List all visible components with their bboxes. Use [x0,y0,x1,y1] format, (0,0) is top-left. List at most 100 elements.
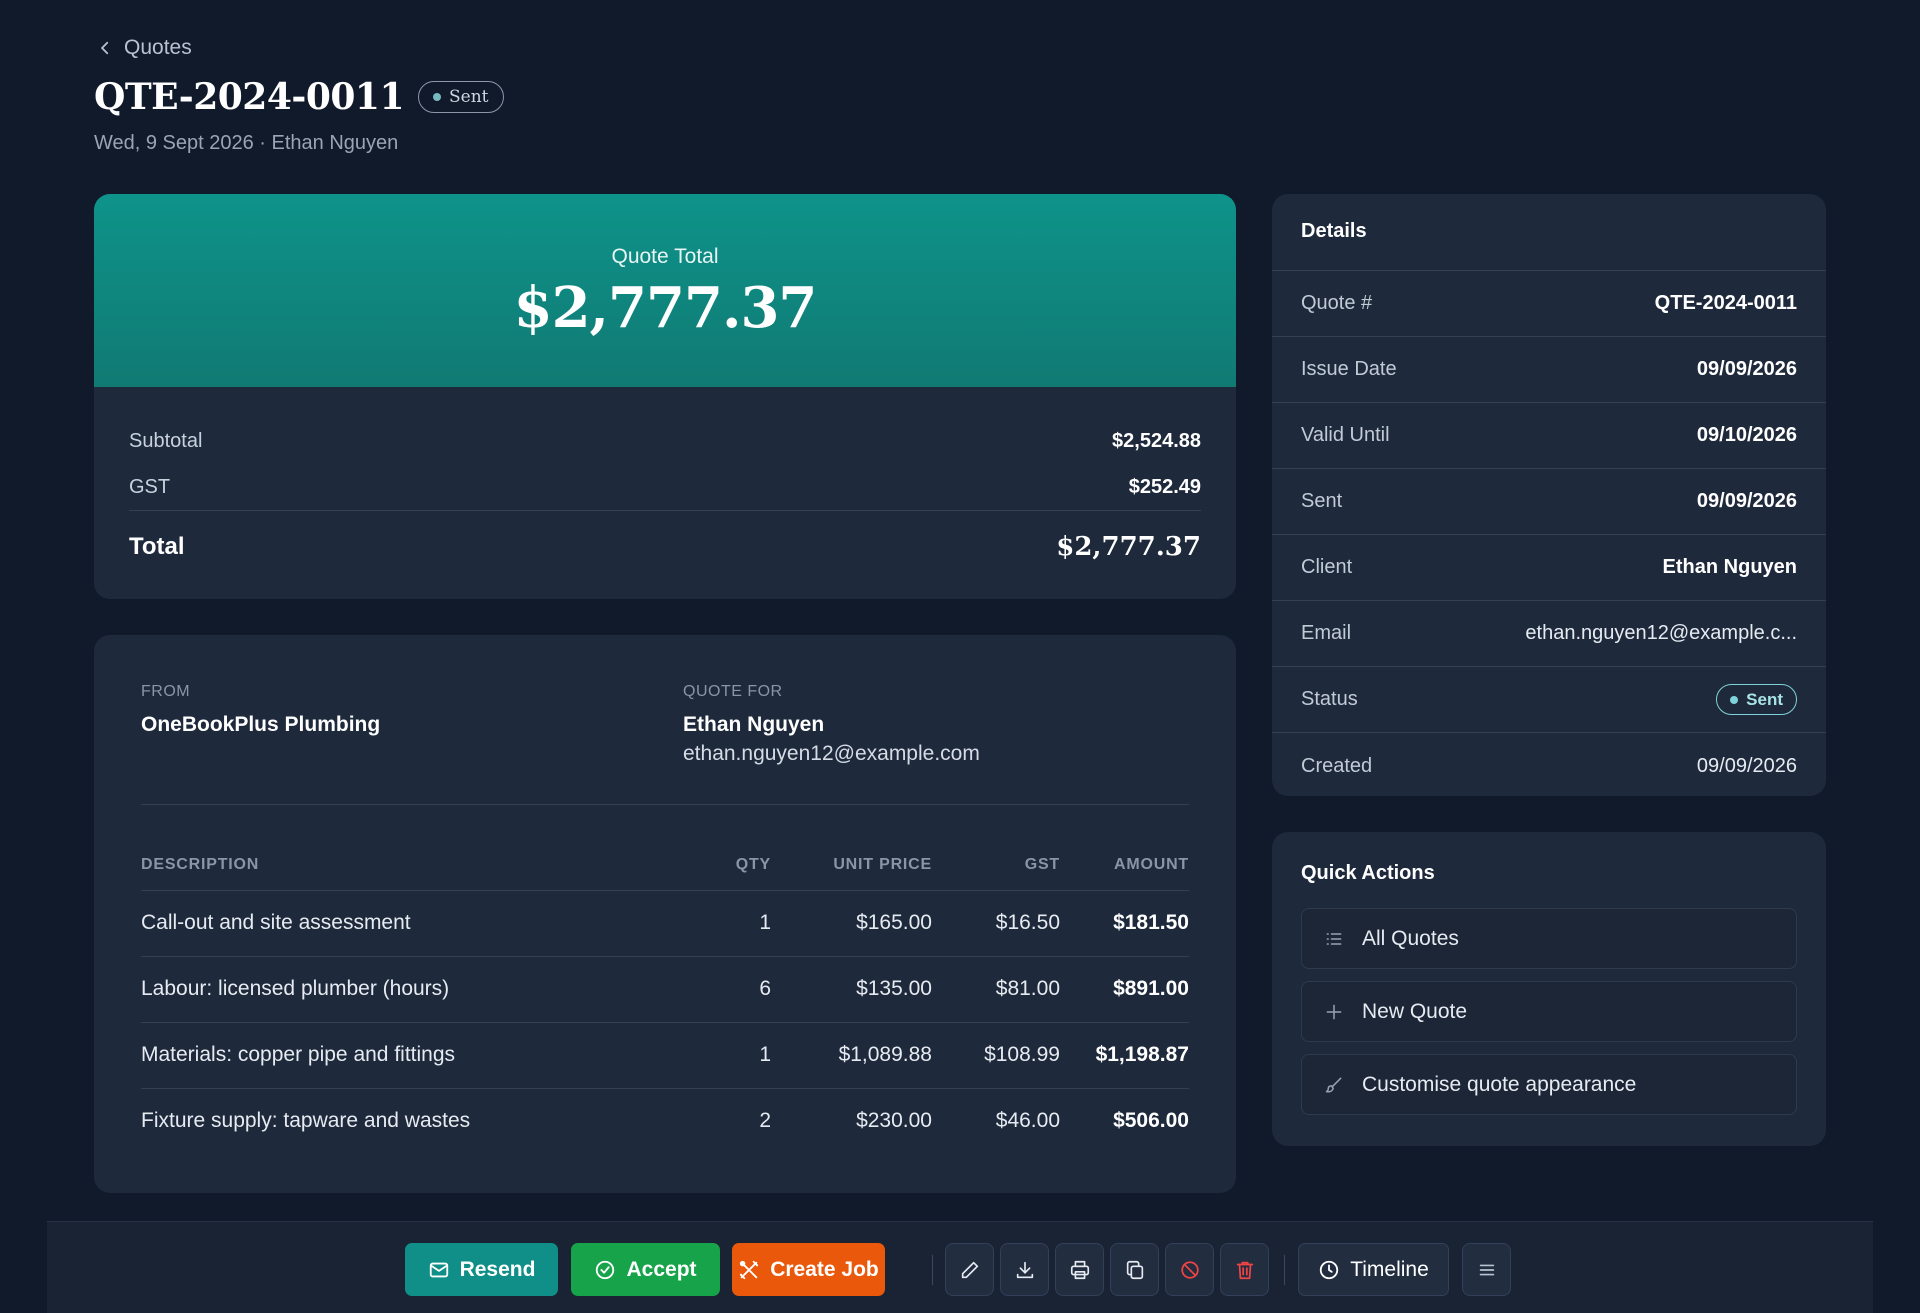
quick-action-label: Customise quote appearance [1362,1072,1637,1096]
details-card: Details Quote # QTE-2024-0011 Issue Date… [1272,194,1826,796]
quote-document-card: FROM OneBookPlus Plumbing QUOTE FOR Etha… [94,635,1236,1193]
detail-value: 09/09/2026 [1696,754,1797,777]
brush-icon [1325,1077,1342,1093]
back-to-quotes-link[interactable]: Quotes [96,36,192,60]
table-row: Fixture supply: tapware and wastes 2 $23… [141,1088,1189,1154]
item-unit-price: $1,089.88 [771,1022,932,1089]
subtotal-value: $2,524.88 [1112,430,1201,452]
line-items-table: DESCRIPTION QTY UNIT PRICE GST AMOUNT Ca… [141,840,1189,1154]
status-badge: Sent [1716,684,1797,715]
column-header-gst: GST [932,840,1060,891]
quote-total-card: Quote Total $2,777.37 Subtotal $2,524.88… [94,194,1236,599]
from-name: OneBookPlus Plumbing [141,713,381,736]
download-button[interactable] [1000,1243,1049,1296]
page-subtitle: Wed, 9 Sept 2026 · Ethan Nguyen [94,132,399,154]
check-circle-icon [596,1260,615,1279]
duplicate-button[interactable] [1110,1243,1159,1296]
status-badge-label: Sent [1746,689,1783,709]
list-icon [1326,932,1342,945]
detail-value: Ethan Nguyen [1662,556,1797,578]
detail-value-email[interactable]: ethan.nguyen12@example.c... [1525,622,1797,645]
timeline-button[interactable]: Timeline [1298,1243,1449,1296]
detail-value: QTE-2024-0011 [1654,292,1797,314]
detail-label: Quote # [1301,292,1373,314]
item-description: Labour: licensed plumber (hours) [141,956,701,1023]
item-gst: $16.50 [932,890,1060,957]
decline-button[interactable] [1165,1243,1214,1296]
printer-icon [1070,1260,1089,1279]
details-list: Quote # QTE-2024-0011 Issue Date 09/09/2… [1272,270,1826,799]
parties-divider [141,804,1189,805]
quote-for-name: Ethan Nguyen [683,713,825,736]
ban-icon [1180,1260,1199,1279]
pencil-icon [961,1261,978,1278]
item-amount: $891.00 [1060,956,1189,1023]
new-quote-button[interactable]: New Quote [1301,981,1797,1042]
from-label: FROM [141,683,191,700]
copy-icon [1126,1260,1143,1279]
create-job-label: Create Job [770,1257,879,1281]
column-header-qty: QTY [701,840,771,891]
edit-button[interactable] [945,1243,994,1296]
detail-label: Sent [1301,490,1343,512]
detail-label: Valid Until [1301,424,1390,446]
gst-value: $252.49 [1128,476,1201,498]
quote-for-email: ethan.nguyen12@example.com [683,742,980,765]
title-row: QTE-2024-0011 Sent [94,76,504,118]
column-header-amount: AMOUNT [1060,840,1189,891]
detail-value: 09/10/2026 [1696,424,1797,446]
item-unit-price: $165.00 [771,890,932,957]
item-gst: $46.00 [995,1109,1060,1133]
column-header-description: DESCRIPTION [141,840,701,891]
item-gst: $81.00 [932,956,1060,1023]
detail-row-sent: Sent 09/09/2026 [1272,469,1826,535]
quick-action-label: New Quote [1362,999,1468,1023]
item-description: Fixture supply: tapware and wastes [141,1109,471,1133]
print-button[interactable] [1055,1243,1104,1296]
detail-row-client: Client Ethan Nguyen [1272,535,1826,601]
action-toolbar: Resend Accept Create Job Timeline [47,1221,1873,1313]
delete-button[interactable] [1220,1243,1269,1296]
detail-label: Email [1301,622,1352,644]
detail-row-email: Email ethan.nguyen12@example.c... [1272,601,1826,667]
chevron-left-icon [101,41,109,55]
detail-label: Created [1301,754,1373,777]
quick-action-label: All Quotes [1362,926,1459,950]
table-row: Materials: copper pipe and fittings 1 $1… [141,1022,1189,1089]
detail-label: Issue Date [1301,358,1397,380]
table-row: Call-out and site assessment 1 $165.00 $… [141,890,1189,957]
quote-total-label: Quote Total [611,244,719,268]
details-title: Details [1301,220,1367,242]
item-amount: $1,198.87 [1060,1022,1189,1089]
item-unit-price: $230.00 [856,1109,932,1133]
all-quotes-button[interactable]: All Quotes [1301,908,1797,969]
item-gst: $108.99 [932,1022,1060,1089]
detail-row-issue-date: Issue Date 09/09/2026 [1272,337,1826,403]
subtotal-row: Subtotal $2,524.88 [129,430,1201,453]
resend-label: Resend [459,1257,536,1281]
customise-appearance-button[interactable]: Customise quote appearance [1301,1054,1797,1115]
detail-row-status: Status Sent [1272,667,1826,733]
plus-icon [1326,1004,1342,1019]
item-description: Call-out and site assessment [141,890,701,957]
status-dot [1730,695,1739,704]
item-qty: 1 [701,890,771,957]
gst-label: GST [129,476,171,498]
total-label: Total [129,533,185,560]
detail-label: Status [1301,688,1358,710]
status-badge-label: Sent [449,87,489,107]
timeline-label: Timeline [1350,1257,1429,1281]
total-value: $2,777.37 [1056,532,1201,562]
item-unit-price: $135.00 [771,956,932,1023]
create-job-button[interactable]: Create Job [732,1243,885,1296]
status-badge: Sent [418,81,504,113]
accept-label: Accept [626,1257,697,1281]
item-qty: 6 [701,956,771,1023]
quote-total-amount: $2,777.37 [513,274,818,341]
more-menu-button[interactable] [1462,1243,1511,1296]
accept-button[interactable]: Accept [571,1243,720,1296]
resend-button[interactable]: Resend [405,1243,558,1296]
table-row: Labour: licensed plumber (hours) 6 $135.… [141,956,1189,1023]
detail-row-valid-until: Valid Until 09/10/2026 [1272,403,1826,469]
detail-label: Client [1301,556,1353,578]
